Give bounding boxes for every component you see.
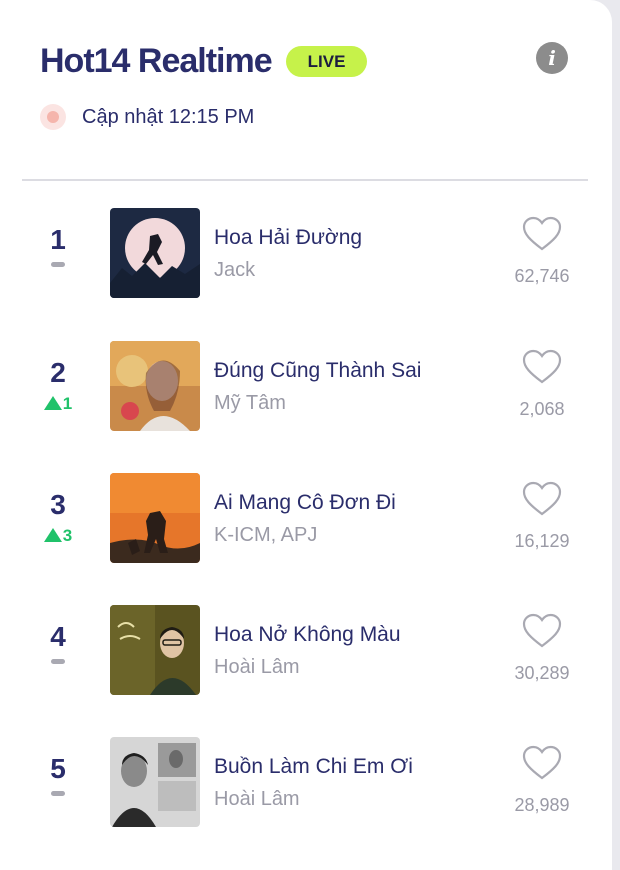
rank-unchanged-icon	[51, 659, 65, 664]
song-title[interactable]: Hoa Hải Đường	[214, 226, 362, 250]
heart-icon[interactable]	[522, 613, 562, 649]
rank-number: 1	[50, 224, 66, 255]
song-row[interactable]: 3 3 Ai Mang Cô Đơn Đi K-ICM, APJ 16,129	[0, 473, 612, 565]
song-row[interactable]: 2 1 Đúng Cũng Thành Sai Mỹ Tâm 2,068	[0, 341, 612, 433]
song-artist[interactable]: Jack	[214, 259, 255, 282]
heart-icon[interactable]	[522, 481, 562, 517]
heart-icon[interactable]	[522, 216, 562, 252]
heart-icon[interactable]	[522, 745, 562, 781]
like-count: 16,129	[514, 531, 570, 551]
record-dot-icon	[40, 104, 66, 130]
album-cover[interactable]	[110, 605, 200, 695]
song-artist[interactable]: Hoài Lâm	[214, 788, 300, 811]
song-row[interactable]: 4 Hoa Nở Không Màu Hoài Lâm 30,289	[0, 605, 612, 697]
album-cover[interactable]	[110, 737, 200, 827]
rank-indicator: 5	[38, 755, 78, 796]
like-count: 62,746	[514, 266, 570, 286]
song-row[interactable]: 1 Hoa Hải Đường Jack 62,746	[0, 208, 612, 300]
update-status: Cập nhật 12:15 PM	[40, 104, 254, 130]
rank-unchanged-icon	[51, 262, 65, 267]
like-count: 28,989	[514, 795, 570, 815]
song-title[interactable]: Đúng Cũng Thành Sai	[214, 359, 421, 383]
heart-icon[interactable]	[522, 349, 562, 385]
rank-unchanged-icon	[51, 791, 65, 796]
song-row[interactable]: 5 Buồn Làm Chi Em Ơi Hoài Lâm 28,989	[0, 737, 612, 829]
song-title[interactable]: Buồn Làm Chi Em Ơi	[214, 755, 413, 779]
like-count: 30,289	[514, 663, 570, 683]
header-divider	[22, 179, 588, 181]
arrow-up-icon	[43, 396, 62, 410]
rank-change: 1	[38, 395, 78, 412]
song-artist[interactable]: Hoài Lâm	[214, 656, 300, 679]
live-badge: LIVE	[285, 45, 368, 77]
chart-card: Hot14 Realtime LIVE i Cập nhật 12:15 PM …	[0, 0, 612, 870]
album-cover[interactable]	[110, 341, 200, 431]
rank-indicator: 1	[38, 226, 78, 267]
rank-indicator: 4	[38, 623, 78, 664]
rank-change-value: 1	[62, 394, 73, 413]
album-cover[interactable]	[110, 473, 200, 563]
song-artist[interactable]: Mỹ Tâm	[214, 392, 286, 415]
rank-change: 3	[38, 527, 78, 544]
rank-indicator: 2 1	[38, 359, 78, 412]
album-cover[interactable]	[110, 208, 200, 298]
song-artist[interactable]: K-ICM, APJ	[214, 524, 317, 547]
rank-number: 5	[50, 753, 66, 784]
rank-change-value: 3	[62, 526, 73, 545]
rank-number: 4	[50, 621, 66, 652]
rank-indicator: 3 3	[38, 491, 78, 544]
song-title[interactable]: Ai Mang Cô Đơn Đi	[214, 491, 396, 515]
info-icon[interactable]: i	[536, 42, 568, 74]
arrow-up-icon	[43, 528, 62, 542]
song-title[interactable]: Hoa Nở Không Màu	[214, 623, 401, 647]
rank-number: 2	[50, 357, 66, 388]
chart-header: Hot14 Realtime LIVE	[40, 36, 368, 86]
update-time-text: Cập nhật 12:15 PM	[82, 105, 255, 128]
page-title: Hot14 Realtime	[40, 41, 273, 80]
rank-number: 3	[50, 489, 66, 520]
like-count: 2,068	[519, 399, 565, 419]
